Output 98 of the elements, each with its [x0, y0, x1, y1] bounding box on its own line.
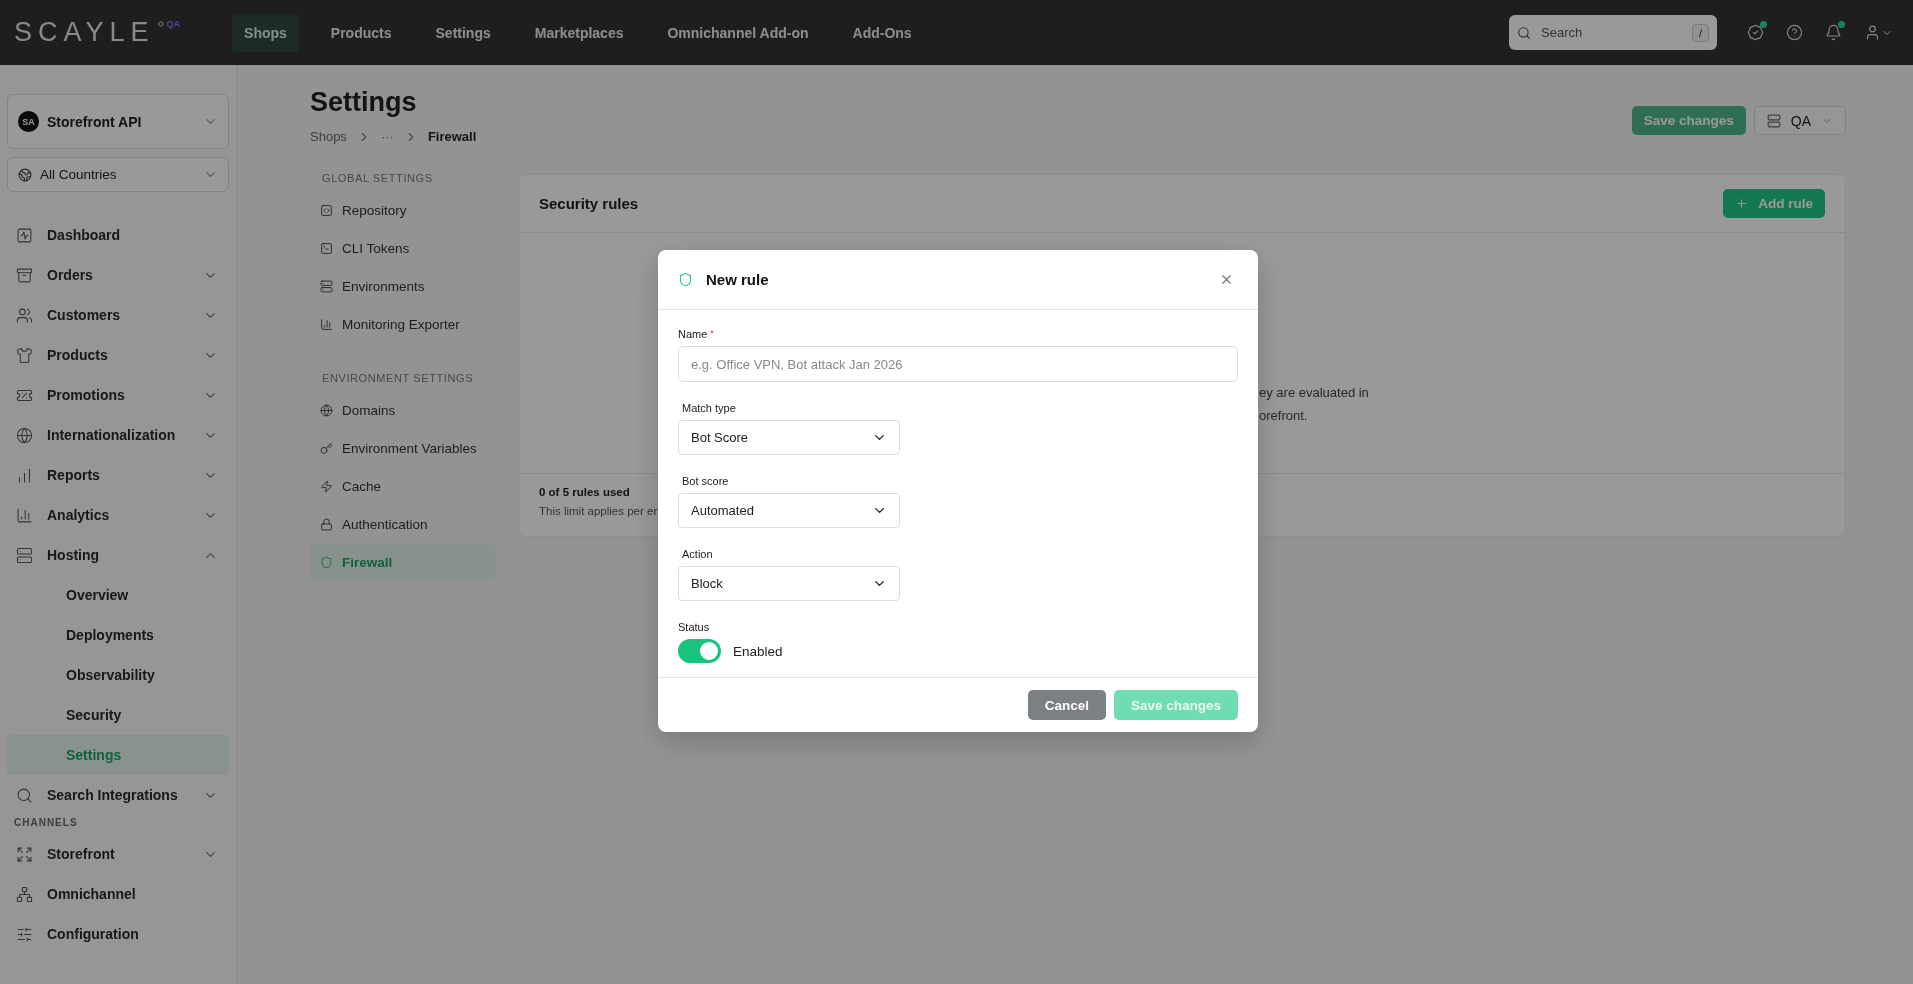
shield-icon — [678, 272, 693, 287]
nav-tab[interactable]: Omnichannel Add-on — [655, 13, 821, 52]
sidebar-subitem[interactable]: Security — [7, 695, 229, 735]
server-icon — [1766, 113, 1781, 128]
sidebar-item[interactable]: Hosting — [7, 535, 229, 575]
description-text: orefront. — [1259, 407, 1309, 425]
sidebar-subitem[interactable]: Overview — [7, 575, 229, 615]
help-icon — [1786, 24, 1803, 41]
shop-selector[interactable]: SA Storefront API — [7, 94, 229, 149]
select-field[interactable]: Bot Score — [678, 420, 900, 455]
field-label: Action — [681, 548, 714, 560]
bar-chart-icon — [16, 466, 33, 484]
section-title: ENVIRONMENT SETTINGS — [321, 371, 475, 386]
key-icon — [320, 441, 333, 455]
settings-nav-item[interactable]: Cache — [310, 468, 496, 504]
sidebar-item[interactable]: Omnichannel — [7, 874, 229, 914]
search-icon — [1517, 25, 1531, 40]
shirt-icon — [16, 346, 33, 364]
search-input[interactable]: Search — [1539, 24, 1684, 41]
settings-nav-item[interactable]: Repository — [310, 192, 496, 228]
server-icon — [320, 279, 333, 293]
sidebar-item[interactable]: Orders — [7, 255, 229, 295]
nav-tab[interactable]: Products — [318, 13, 404, 52]
notification-dot — [1838, 21, 1845, 28]
nav-tab[interactable]: Marketplaces — [522, 13, 636, 52]
section-title: CHANNELS — [13, 816, 79, 830]
dialog-title: New rule — [706, 271, 770, 288]
field-label: Name * — [678, 328, 715, 340]
search-icon — [16, 786, 33, 804]
network-icon — [16, 885, 33, 903]
status-toggle[interactable] — [678, 639, 721, 663]
field-label: Status — [678, 621, 711, 633]
cancel-button[interactable]: Cancel — [1027, 690, 1106, 720]
settings-nav-item[interactable]: CLI Tokens — [310, 230, 496, 266]
environment-label: QA — [166, 19, 181, 29]
select-field[interactable]: Block — [678, 566, 900, 601]
sidebar-item[interactable]: Dashboard — [7, 215, 229, 255]
lock-icon — [320, 517, 333, 531]
breadcrumb-link[interactable]: Firewall — [427, 129, 477, 144]
sidebar-item[interactable]: Analytics — [7, 495, 229, 535]
sidebar-item[interactable]: Customers — [7, 295, 229, 335]
avatar: SA — [18, 111, 39, 132]
breadcrumb-link[interactable]: Shops — [310, 129, 347, 144]
server-icon — [16, 546, 33, 564]
pulse-square-icon — [16, 226, 33, 244]
bell-icon — [1825, 24, 1842, 41]
settings-nav-item[interactable]: Monitoring Exporter — [310, 306, 496, 342]
code-icon — [320, 203, 333, 217]
expand-icon — [16, 845, 33, 863]
section-title: GLOBAL SETTINGS — [321, 171, 434, 186]
settings-nav-item[interactable]: Authentication — [310, 506, 496, 542]
select-field[interactable]: Automated — [678, 493, 900, 528]
lightning-icon — [320, 479, 333, 493]
sidebar-item[interactable]: Configuration — [7, 914, 229, 954]
search-field[interactable]: Search / — [1509, 15, 1717, 50]
card-title: Security rules — [539, 195, 639, 212]
breadcrumb-link[interactable]: ··· — [380, 129, 394, 144]
settings-nav-item[interactable]: Environments — [310, 268, 496, 304]
field-label: Bot score — [681, 475, 730, 487]
shortcut-key: / — [1691, 23, 1709, 42]
user-icon — [1864, 24, 1881, 41]
sidebar-item[interactable]: Products — [7, 335, 229, 375]
terminal-icon — [320, 241, 333, 255]
chart-icon — [320, 317, 333, 331]
country-selector[interactable]: All Countries — [7, 157, 229, 192]
nav-tab[interactable]: Settings — [423, 13, 503, 52]
settings-nav-item[interactable]: Environment Variables — [310, 430, 496, 466]
plus-icon — [1735, 197, 1749, 210]
description-text: ey are evaluated in — [1259, 384, 1370, 402]
users-icon — [16, 306, 33, 324]
field-label: Match type — [681, 402, 737, 414]
logo: SCAYLE — [14, 17, 155, 48]
logo-ring-icon — [157, 21, 164, 27]
environment-selector[interactable]: QA — [1753, 106, 1846, 135]
sliders-icon — [16, 925, 33, 943]
shield-icon — [320, 555, 333, 569]
usage-text: 0 of 5 rules used — [539, 486, 630, 498]
sidebar-item[interactable]: Search Integrations — [7, 775, 229, 815]
sidebar-item[interactable]: Internationalization — [7, 415, 229, 455]
badge-icon — [1747, 24, 1764, 41]
sidebar-item[interactable]: Promotions — [7, 375, 229, 415]
sidebar-item[interactable]: Storefront — [7, 834, 229, 874]
toggle-label: Enabled — [733, 643, 783, 659]
sidebar-subitem[interactable]: Observability — [7, 655, 229, 695]
name-input-field[interactable]: e.g. Office VPN, Bot attack Jan 2026 — [678, 346, 1238, 382]
page-title: Settings — [310, 87, 418, 118]
sidebar-item[interactable]: Reports — [7, 455, 229, 495]
globe-icon — [320, 403, 333, 417]
nav-tab[interactable]: Add-Ons — [840, 13, 924, 52]
box-icon — [16, 266, 33, 284]
globe-icon — [16, 426, 33, 444]
globe-icon — [18, 167, 32, 182]
nav-tab[interactable]: Shops — [232, 13, 299, 52]
chart-icon — [16, 506, 33, 524]
sidebar-subitem[interactable]: Deployments — [7, 615, 229, 655]
settings-nav-item[interactable]: Domains — [310, 392, 496, 428]
notification-dot — [1760, 21, 1767, 28]
close-icon — [1219, 272, 1234, 287]
